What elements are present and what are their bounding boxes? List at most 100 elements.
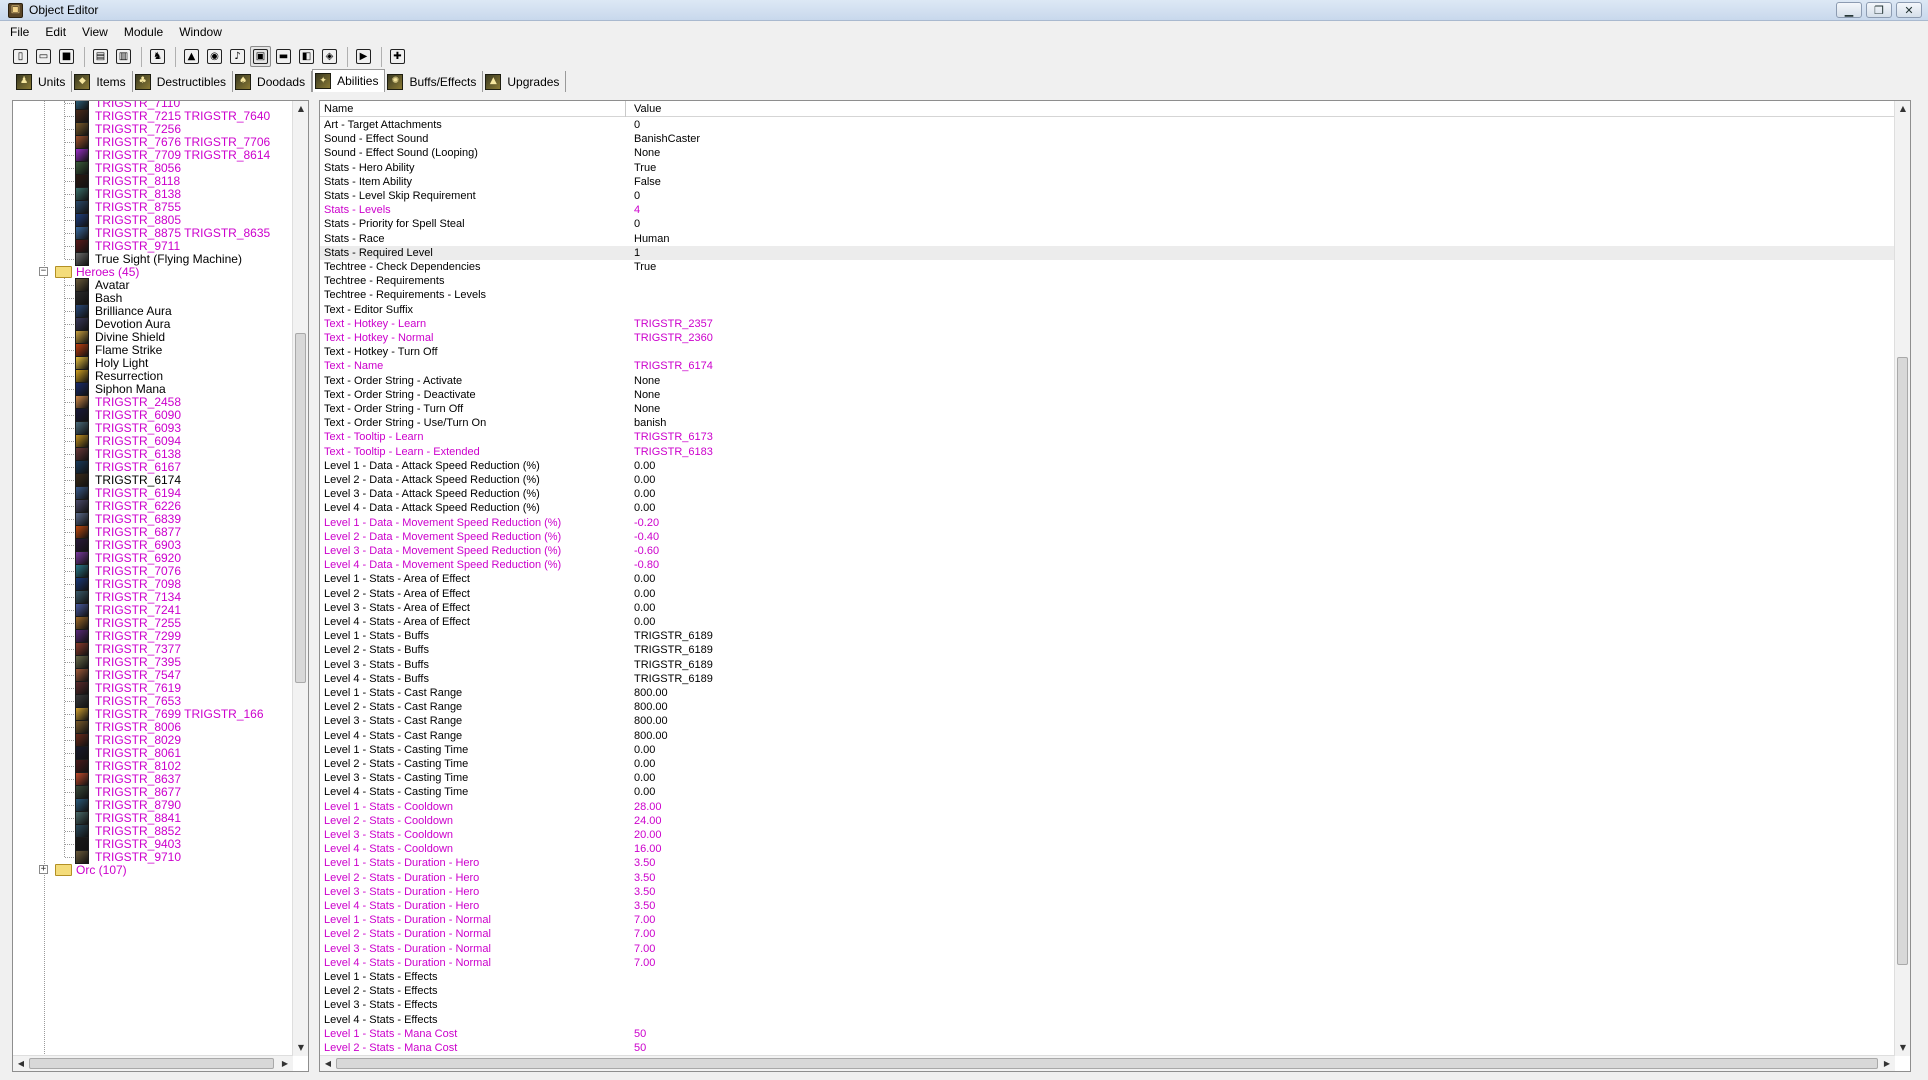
table-row[interactable]: Level 3 - Stats - Duration - Normal 7.00 bbox=[320, 942, 1895, 956]
menu-module[interactable]: Module bbox=[124, 25, 163, 39]
menu-file[interactable]: File bbox=[10, 25, 29, 39]
column-header-name[interactable]: Name bbox=[324, 102, 353, 116]
table-row[interactable]: Stats - Item Ability False bbox=[320, 175, 1895, 189]
field-value[interactable]: 0 bbox=[634, 118, 640, 132]
menu-view[interactable]: View bbox=[82, 25, 108, 39]
menu-window[interactable]: Window bbox=[179, 25, 222, 39]
field-value[interactable]: TRIGSTR_6189 bbox=[634, 629, 713, 643]
field-value[interactable]: 0 bbox=[634, 217, 640, 231]
tab-doodads[interactable]: ♠ Doodads bbox=[233, 71, 313, 92]
table-row[interactable]: Stats - Required Level 1 bbox=[320, 245, 1895, 260]
tab-items[interactable]: ◆ Items bbox=[72, 71, 133, 92]
table-row[interactable]: Level 2 - Data - Movement Speed Reductio… bbox=[320, 530, 1895, 544]
field-value[interactable]: None bbox=[634, 388, 660, 402]
table-row[interactable]: Text - Order String - Use/Turn On banish bbox=[320, 416, 1895, 430]
field-value[interactable]: 20.00 bbox=[634, 828, 662, 842]
field-value[interactable]: 800.00 bbox=[634, 729, 668, 743]
unit-portrait-button[interactable]: ♞ bbox=[147, 46, 168, 67]
scroll-down-arrow-icon[interactable]: ▼ bbox=[1895, 1040, 1911, 1056]
field-value[interactable]: -0.40 bbox=[634, 530, 659, 544]
table-row[interactable]: Level 1 - Data - Attack Speed Reduction … bbox=[320, 459, 1895, 473]
field-value[interactable]: 3.50 bbox=[634, 885, 655, 899]
collapse-icon[interactable]: − bbox=[39, 267, 48, 276]
field-value[interactable]: 50 bbox=[634, 1041, 646, 1055]
table-row[interactable]: Level 1 - Stats - Duration - Normal 7.00 bbox=[320, 913, 1895, 927]
table-row[interactable]: Level 1 - Data - Movement Speed Reductio… bbox=[320, 516, 1895, 530]
field-value[interactable]: -0.80 bbox=[634, 558, 659, 572]
scroll-right-arrow-icon[interactable]: ▶ bbox=[277, 1056, 293, 1072]
new-file-button[interactable]: ▯ bbox=[10, 46, 31, 67]
field-value[interactable]: 0.00 bbox=[634, 459, 655, 473]
close-button[interactable]: ✕ bbox=[1896, 2, 1922, 18]
field-value[interactable]: None bbox=[634, 374, 660, 388]
restore-button[interactable]: ❐ bbox=[1866, 2, 1892, 18]
table-row[interactable]: Text - Tooltip - Learn TRIGSTR_6173 bbox=[320, 430, 1895, 444]
field-value[interactable]: 0.00 bbox=[634, 743, 655, 757]
field-value[interactable]: None bbox=[634, 402, 660, 416]
table-row[interactable]: Level 3 - Stats - Cooldown 20.00 bbox=[320, 828, 1895, 842]
terrain-button[interactable]: ▲ bbox=[181, 46, 202, 67]
field-value[interactable]: 0.00 bbox=[634, 572, 655, 586]
field-value[interactable]: BanishCaster bbox=[634, 132, 700, 146]
table-row[interactable]: Level 4 - Stats - Casting Time 0.00 bbox=[320, 785, 1895, 799]
open-folder-button[interactable]: ▭ bbox=[33, 46, 54, 67]
table-row[interactable]: Sound - Effect Sound BanishCaster bbox=[320, 132, 1895, 146]
table-row[interactable]: Level 2 - Stats - Cooldown 24.00 bbox=[320, 814, 1895, 828]
field-value[interactable]: 0.00 bbox=[634, 615, 655, 629]
column-divider[interactable] bbox=[625, 101, 626, 117]
field-value[interactable]: TRIGSTR_6189 bbox=[634, 658, 713, 672]
table-row[interactable]: Level 3 - Stats - Cast Range 800.00 bbox=[320, 714, 1895, 728]
copy-button[interactable]: ▤ bbox=[90, 46, 111, 67]
table-row[interactable]: Text - Order String - Turn Off None bbox=[320, 402, 1895, 416]
field-value[interactable]: 0.00 bbox=[634, 771, 655, 785]
table-row[interactable]: Level 3 - Stats - Area of Effect 0.00 bbox=[320, 601, 1895, 615]
table-row[interactable]: Level 1 - Stats - Effects bbox=[320, 970, 1895, 984]
field-value[interactable]: 7.00 bbox=[634, 956, 655, 970]
field-value[interactable]: 0.00 bbox=[634, 757, 655, 771]
ai-editor-button[interactable]: ◧ bbox=[296, 46, 317, 67]
table-row[interactable]: Level 1 - Stats - Cast Range 800.00 bbox=[320, 686, 1895, 700]
field-value[interactable]: 800.00 bbox=[634, 700, 668, 714]
table-row[interactable]: Level 4 - Stats - Duration - Hero 3.50 bbox=[320, 899, 1895, 913]
table-row[interactable]: Level 4 - Stats - Cooldown 16.00 bbox=[320, 842, 1895, 856]
scroll-down-arrow-icon[interactable]: ▼ bbox=[293, 1040, 309, 1056]
table-row[interactable]: Level 2 - Stats - Buffs TRIGSTR_6189 bbox=[320, 643, 1895, 657]
field-value[interactable]: 0.00 bbox=[634, 487, 655, 501]
table-row[interactable]: Text - Hotkey - Learn TRIGSTR_2357 bbox=[320, 317, 1895, 331]
table-row[interactable]: Techtree - Requirements - Levels bbox=[320, 288, 1895, 302]
table-row[interactable]: Level 2 - Stats - Effects bbox=[320, 984, 1895, 998]
field-value[interactable]: 16.00 bbox=[634, 842, 662, 856]
table-row[interactable]: Level 4 - Stats - Area of Effect 0.00 bbox=[320, 615, 1895, 629]
table-row[interactable]: Stats - Levels 4 bbox=[320, 203, 1895, 217]
tab-units[interactable]: ♟ Units bbox=[14, 71, 73, 92]
tab-destructibles[interactable]: ♣ Destructibles bbox=[133, 71, 234, 92]
table-row[interactable]: Level 4 - Stats - Duration - Normal 7.00 bbox=[320, 956, 1895, 970]
campaign-button[interactable]: ▬ bbox=[273, 46, 294, 67]
scroll-left-arrow-icon[interactable]: ◀ bbox=[13, 1056, 29, 1072]
table-row[interactable]: Level 1 - Stats - Area of Effect 0.00 bbox=[320, 572, 1895, 586]
scroll-up-arrow-icon[interactable]: ▲ bbox=[1895, 101, 1911, 117]
object-editor-button[interactable]: ▣ bbox=[250, 46, 271, 67]
scroll-right-arrow-icon[interactable]: ▶ bbox=[1879, 1056, 1895, 1072]
paste-button[interactable]: ▥ bbox=[113, 46, 134, 67]
field-value[interactable]: 3.50 bbox=[634, 856, 655, 870]
menu-edit[interactable]: Edit bbox=[45, 25, 66, 39]
field-value[interactable]: 7.00 bbox=[634, 913, 655, 927]
field-value[interactable]: 4 bbox=[634, 203, 640, 217]
column-header-value[interactable]: Value bbox=[634, 102, 661, 116]
expand-icon[interactable]: + bbox=[39, 865, 48, 874]
table-row[interactable]: Text - Hotkey - Turn Off bbox=[320, 345, 1895, 359]
sound-button[interactable]: ♪ bbox=[227, 46, 248, 67]
table-row[interactable]: Level 3 - Stats - Buffs TRIGSTR_6189 bbox=[320, 658, 1895, 672]
panel-splitter[interactable] bbox=[309, 100, 319, 1072]
field-value[interactable]: 800.00 bbox=[634, 686, 668, 700]
trigger-button[interactable]: ◉ bbox=[204, 46, 225, 67]
table-row[interactable]: Text - Tooltip - Learn - Extended TRIGSTR… bbox=[320, 445, 1895, 459]
table-vertical-scrollbar[interactable]: ▲ ▼ bbox=[1894, 101, 1910, 1056]
import-button[interactable]: ◈ bbox=[319, 46, 340, 67]
table-row[interactable]: Level 3 - Data - Movement Speed Reductio… bbox=[320, 544, 1895, 558]
table-row[interactable]: Level 1 - Stats - Duration - Hero 3.50 bbox=[320, 856, 1895, 870]
field-value[interactable]: TRIGSTR_2360 bbox=[634, 331, 713, 345]
field-value[interactable]: True bbox=[634, 260, 656, 274]
field-value[interactable]: 800.00 bbox=[634, 714, 668, 728]
